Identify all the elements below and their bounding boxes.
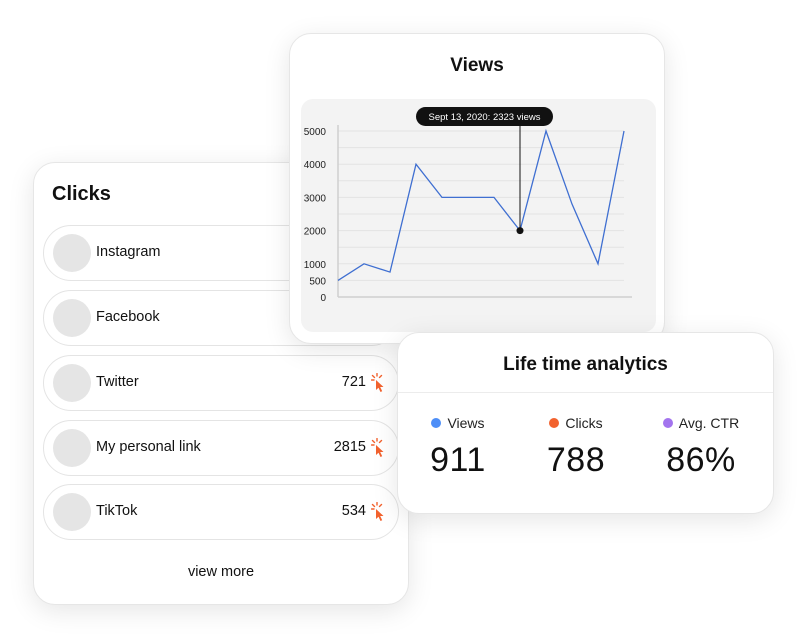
clicks-legend-dot	[549, 418, 560, 428]
click-count: 721	[341, 374, 366, 390]
highlight-point	[516, 227, 524, 235]
pointer-click-icon	[371, 373, 384, 392]
y-tick-label: 500	[309, 276, 326, 287]
avatar	[53, 429, 91, 467]
link-label: My personal link	[96, 439, 201, 455]
y-tick-label: 4000	[304, 160, 327, 171]
link-row-tiktok[interactable]: TikTok 534	[43, 484, 399, 540]
stat-label: Clicks	[565, 415, 603, 431]
stat-label: Avg. CTR	[678, 415, 740, 431]
views-series-line	[337, 128, 625, 281]
view-more-link[interactable]: view more	[34, 564, 408, 580]
click-count: 2815	[333, 439, 366, 455]
link-row-my-personal-link[interactable]: My personal link 2815	[43, 420, 399, 476]
link-label: Instagram	[96, 244, 161, 260]
link-label: TikTok	[96, 503, 138, 519]
y-tick-label: 3000	[304, 193, 327, 204]
y-tick-label: 1000	[304, 260, 327, 271]
avatar	[53, 234, 91, 272]
pointer-click-icon	[371, 502, 384, 521]
click-count: 534	[341, 503, 366, 519]
avatar	[53, 299, 91, 337]
divider	[398, 392, 773, 393]
stage: Clicks Instagram Facebook Twitter 721 My…	[0, 0, 806, 638]
stat-clicks: Clicks 788	[516, 415, 636, 480]
views-chart: 0 500 1000 2000 3000 4000 5000 Sept 13, 2020: 2…	[304, 107, 632, 304]
avatar	[53, 364, 91, 402]
stat-avg-ctr: Avg. CTR 86%	[641, 415, 761, 480]
views-title: Views	[450, 55, 504, 76]
views-legend-dot	[431, 418, 442, 428]
y-tick-label: 5000	[304, 127, 327, 138]
chart-panel: 0 500 1000 2000 3000 4000 5000 Sept 13, 2020: 2…	[301, 99, 656, 332]
stat-views: Views 911	[398, 415, 518, 480]
lifetime-analytics-card: Life time analytics Views 911 Clicks 788…	[397, 332, 774, 514]
stat-value: 86%	[666, 441, 736, 479]
tooltip-text: Sept 13, 2020: 2323 views	[429, 112, 541, 123]
stat-value: 911	[430, 441, 486, 479]
y-tick-label: 2000	[304, 227, 327, 238]
clicks-title: Clicks	[52, 183, 111, 205]
link-row-twitter[interactable]: Twitter 721	[43, 355, 399, 411]
ctr-legend-dot	[662, 418, 673, 428]
y-tick-label: 0	[320, 293, 326, 304]
avatar	[53, 493, 91, 531]
stat-label: Views	[447, 415, 485, 431]
link-label: Facebook	[96, 309, 160, 325]
analytics-title: Life time analytics	[503, 354, 668, 375]
pointer-click-icon	[371, 438, 384, 457]
link-label: Twitter	[96, 374, 139, 390]
views-card: Views 0 500 1000 2000 3000 4000 5000 Sept 13, 2…	[289, 33, 665, 344]
stat-value: 788	[546, 441, 606, 479]
